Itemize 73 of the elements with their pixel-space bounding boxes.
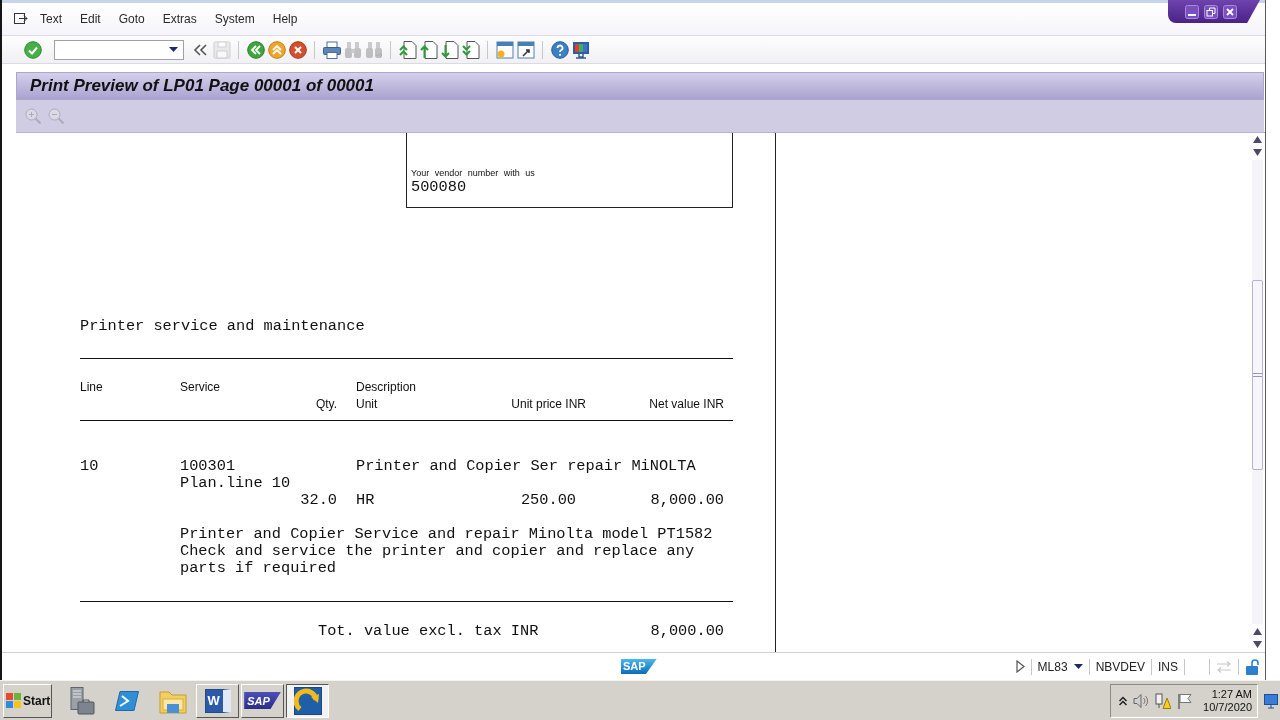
menu-item[interactable]: Help	[272, 12, 298, 26]
previous-page-icon[interactable]	[419, 40, 438, 59]
service-number: 100301	[180, 458, 236, 475]
scroll-down-icon[interactable]	[1253, 641, 1262, 648]
vendor-number: 500080	[411, 179, 467, 196]
next-page-icon[interactable]	[440, 40, 459, 59]
app-logo: W	[204, 688, 231, 713]
menu-item[interactable]: Text	[40, 12, 62, 26]
window-title: Print Preview of LP01 Page 00001 of 00001	[30, 76, 374, 96]
system-name: NBVDEV	[1095, 659, 1145, 674]
restore-icon[interactable]	[1204, 4, 1218, 19]
plan-line: Plan.line 10	[180, 475, 291, 492]
total-label: Tot. value excl. tax INR	[318, 623, 539, 640]
logo: SAP	[621, 659, 657, 674]
taskbar-button[interactable]: W	[196, 683, 239, 718]
column-header: Net value INR	[649, 396, 724, 413]
lock-open-icon[interactable]	[1245, 658, 1259, 675]
scroll-up-icon[interactable]	[1253, 136, 1262, 143]
column-header: Description	[356, 379, 417, 396]
column-header: Qty.	[315, 396, 337, 413]
item-unit-price: 250.00	[520, 492, 576, 509]
x-circle-icon[interactable]	[288, 40, 307, 59]
item-long-text: Printer and Copier Service and repair Minolta model PT1582 Check and service the printer and copier and replace any parts if required	[180, 526, 713, 577]
total-value: 8,000.00	[650, 623, 724, 640]
scroll-up-icon[interactable]	[1253, 628, 1262, 635]
item-net-value: 8,000.00	[650, 492, 724, 509]
scrollbar-thumb[interactable]	[1252, 280, 1263, 470]
scroll-down-icon[interactable]	[1253, 149, 1262, 156]
flag-icon[interactable]	[1177, 692, 1194, 709]
caret-icon[interactable]	[169, 47, 178, 52]
chevrons-up-circle-icon[interactable]	[267, 40, 286, 59]
server-icon[interactable]	[69, 686, 95, 715]
item-unit: HR	[356, 492, 375, 509]
first-page-icon[interactable]	[398, 40, 417, 59]
back-icon[interactable]	[246, 40, 265, 59]
monitor-icon[interactable]	[571, 40, 590, 59]
menu-item[interactable]: Goto	[118, 12, 145, 26]
section-heading: Printer service and maintenance	[80, 318, 365, 335]
double-chevron-up-icon[interactable]	[1119, 695, 1128, 706]
help-icon[interactable]	[550, 40, 569, 59]
clock-date: 10/7/2020	[1203, 700, 1252, 714]
taskbar-button[interactable]: SAP	[241, 683, 284, 718]
minimize-icon[interactable]	[1185, 4, 1199, 19]
clock-time: 1:27 AM	[1211, 687, 1252, 701]
column-header: Line	[80, 379, 103, 396]
show-desktop-icon[interactable]	[1264, 692, 1278, 709]
item-line-number: 10	[80, 458, 99, 475]
vendor-number-label: Your vendor number with us	[411, 168, 535, 179]
last-page-icon[interactable]	[461, 40, 480, 59]
column-header: Unit price INR	[511, 396, 586, 413]
speaker-icon[interactable]	[1133, 692, 1150, 709]
start-button[interactable]: Start	[3, 683, 52, 718]
app-logo: SAP	[244, 692, 281, 709]
caret-icon[interactable]	[1073, 664, 1083, 669]
check-icon[interactable]	[23, 40, 42, 59]
command-field[interactable]	[54, 39, 184, 60]
menu-item[interactable]: Edit	[80, 12, 101, 26]
network-icon[interactable]	[1155, 692, 1172, 709]
terminal-icon[interactable]	[115, 690, 139, 711]
menu-item[interactable]: System	[214, 12, 255, 26]
close-icon[interactable]	[1223, 4, 1237, 19]
start-logo-icon	[6, 693, 21, 708]
item-short-text: Printer and Copier Ser repair MiNOLTA	[356, 458, 696, 475]
column-header: Unit	[356, 396, 378, 413]
menu-icon[interactable]	[14, 13, 28, 25]
taskbar-button[interactable]	[286, 683, 329, 718]
printer-icon[interactable]	[322, 40, 341, 59]
column-header: Service	[180, 379, 220, 396]
transaction-code: ML83	[1037, 659, 1068, 674]
item-quantity: 32.0	[300, 492, 337, 509]
play-icon[interactable]	[1015, 660, 1025, 673]
input-mode: INS	[1158, 659, 1178, 674]
menu-item[interactable]: Extras	[162, 12, 197, 26]
